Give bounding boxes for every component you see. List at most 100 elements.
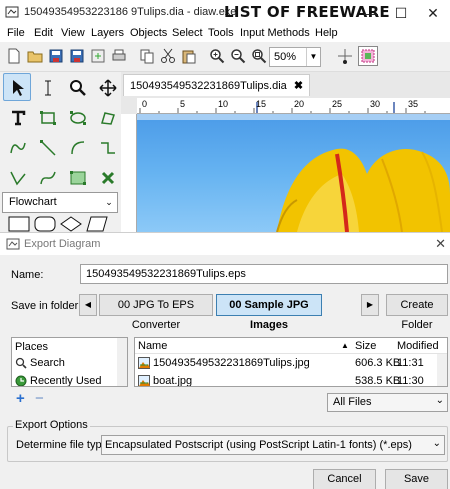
cut-icon[interactable] [160, 48, 176, 64]
ruler-label-20: 20 [294, 99, 305, 109]
path-button-jpg-to-eps[interactable]: 00 JPG To EPS Converter [99, 294, 213, 331]
print-icon[interactable] [111, 48, 127, 64]
places-item-search[interactable]: Search [12, 354, 127, 372]
files-pane: Name ▲ Size Modified 150493549532231869T… [134, 337, 448, 387]
file-filter-select[interactable]: All Files ⌄ [327, 393, 448, 412]
polyline-tool[interactable] [3, 163, 31, 191]
column-name-header[interactable]: Name [138, 340, 167, 352]
zoom-value: 50% [274, 51, 297, 63]
ruler-label-25: 25 [332, 99, 343, 109]
app-icon [5, 5, 19, 22]
arc-tool[interactable] [63, 133, 91, 161]
files-scrollbar[interactable] [437, 354, 447, 386]
paste-icon[interactable] [181, 48, 197, 64]
files-header: Name ▲ Size Modified [135, 338, 447, 354]
file-row[interactable]: 150493549532231869Tulips.jpg 606.3 KB 11… [135, 354, 447, 372]
text-cursor-tool[interactable] [33, 73, 61, 101]
polygon-tool[interactable] [93, 103, 121, 131]
search-icon [15, 357, 27, 369]
places-scrollbar[interactable] [117, 338, 127, 386]
zoom-select[interactable]: 50% ▼ [269, 47, 321, 67]
copy-icon[interactable] [139, 48, 155, 64]
menu-view[interactable]: View [61, 27, 85, 39]
save-as-icon[interactable] [69, 48, 85, 64]
text-tool[interactable] [3, 103, 31, 131]
file-type-value: Encapsulated Postscript (using PostScrip… [105, 439, 412, 451]
menu-help[interactable]: Help [315, 27, 338, 39]
tulip-image[interactable] [137, 114, 450, 232]
chevron-down-icon[interactable]: ⌄ [436, 395, 444, 406]
snap-to-grid-icon[interactable] [337, 48, 353, 64]
menu-select[interactable]: Select [172, 27, 203, 39]
menu-file[interactable]: File [7, 27, 25, 39]
ruler-label-5: 5 [180, 99, 186, 109]
chevron-down-icon[interactable]: ⌄ [433, 438, 441, 449]
menu-layers[interactable]: Layers [91, 27, 124, 39]
cancel-button[interactable]: Cancel [313, 469, 376, 489]
pointer-tool[interactable] [3, 73, 31, 101]
export-dialog: Export Diagram ✕ Name: 15049354953223186… [0, 232, 450, 489]
name-label: Name: [11, 269, 44, 281]
zoom-in-icon[interactable] [209, 48, 225, 64]
magnify-tool[interactable] [63, 73, 91, 101]
menu-edit[interactable]: Edit [34, 27, 53, 39]
dialog-title-bar: Export Diagram ✕ [0, 233, 450, 255]
beziergon-tool[interactable] [3, 133, 31, 161]
file-name-input[interactable]: 150493549532231869Tulips.eps [80, 264, 448, 284]
chevron-down-icon[interactable]: ⌄ [101, 193, 117, 212]
file-type-select[interactable]: Encapsulated Postscript (using PostScrip… [101, 435, 445, 455]
path-scroll-right-button[interactable]: ▶ [361, 294, 379, 316]
close-button[interactable]: ✕ [418, 2, 448, 24]
open-folder-icon[interactable] [27, 48, 43, 64]
menu-objects[interactable]: Objects [130, 27, 167, 39]
menu-input-methods[interactable]: Input Methods [240, 27, 310, 39]
file-type-label: Determine file type: [16, 439, 111, 451]
sort-ascending-icon[interactable]: ▲ [341, 341, 349, 350]
maximize-button[interactable]: ☐ [386, 2, 416, 24]
clock-icon [15, 375, 27, 386]
sheet-selector[interactable]: Flowchart ⌄ [2, 192, 118, 213]
dialog-close-button[interactable]: ✕ [435, 236, 446, 252]
file-modified: 11:31 [397, 357, 424, 369]
box-tool[interactable] [33, 103, 61, 131]
places-pane: Places Search Recently Used [11, 337, 128, 387]
zoom-out-icon[interactable] [230, 48, 246, 64]
path-scroll-left-button[interactable]: ◀ [79, 294, 97, 316]
column-modified-header[interactable]: Modified [397, 340, 439, 352]
image-file-icon [138, 357, 150, 369]
image-tool[interactable] [63, 163, 91, 191]
outline-tool[interactable] [93, 163, 121, 191]
save-icon[interactable] [48, 48, 64, 64]
bezier-line-tool[interactable] [33, 163, 61, 191]
export-icon[interactable] [90, 48, 106, 64]
zoom-fit-icon[interactable] [251, 48, 267, 64]
export-options-label: Export Options [13, 419, 90, 431]
document-tab[interactable]: 150493549532231869Tulips.dia ✖ [123, 74, 311, 96]
places-item-recently-used[interactable]: Recently Used [12, 372, 127, 387]
object-snap-icon[interactable] [358, 46, 378, 66]
file-size: 538.5 KB [355, 375, 401, 387]
save-button[interactable]: Save [385, 469, 448, 489]
file-name-value: 150493549532231869Tulips.eps [86, 268, 246, 280]
minimize-button[interactable]: — [356, 2, 386, 24]
title-bar: 15049354953223186 9Tulips.dia - diaw.exe… [0, 0, 450, 26]
line-tool[interactable] [33, 133, 61, 161]
places-item-label: Recently Used [30, 375, 102, 387]
ellipse-tool[interactable] [63, 103, 91, 131]
chevron-down-icon[interactable]: ▼ [306, 48, 320, 66]
menu-tools[interactable]: Tools [208, 27, 234, 39]
remove-place-icon[interactable]: − [35, 390, 44, 407]
file-name: boat.jpg [153, 375, 193, 387]
add-place-icon[interactable]: + [16, 390, 25, 407]
file-modified: 11:30 [397, 375, 424, 387]
path-button-sample-jpg[interactable]: 00 Sample JPG Images [216, 294, 322, 331]
toolbox: Flowchart ⌄ [0, 72, 120, 232]
file-row[interactable]: boat.jpg 538.5 KB 11:30 [135, 372, 447, 387]
scroll-tool[interactable] [93, 73, 121, 101]
new-document-icon[interactable] [6, 48, 22, 64]
column-size-header[interactable]: Size [355, 340, 376, 352]
dialog-title: Export Diagram [24, 238, 101, 250]
create-folder-button[interactable]: Create Folder [386, 294, 448, 331]
zigzag-line-tool[interactable] [93, 133, 121, 161]
close-tab-icon[interactable]: ✖ [294, 80, 303, 92]
